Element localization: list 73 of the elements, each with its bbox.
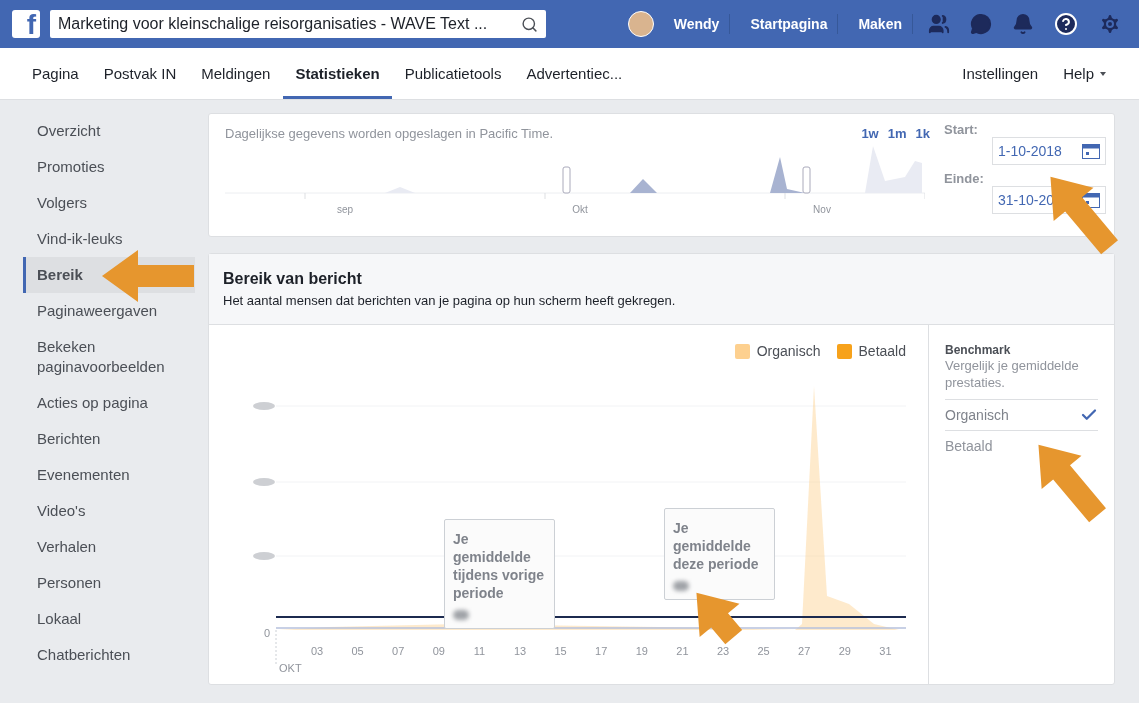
nav-link[interactable]: Startpagina	[740, 14, 839, 34]
sidebar-item[interactable]: Lokaal	[23, 601, 195, 637]
tab[interactable]: Postvak IN	[91, 48, 189, 99]
axis-label: 23	[716, 645, 730, 657]
axis-label: 09	[432, 645, 445, 657]
month-label: sep	[336, 204, 354, 215]
legend-item: Organisch	[734, 343, 821, 359]
range-link[interactable]: 1k	[915, 126, 930, 141]
axis-label: 13	[513, 645, 527, 657]
sidebar-item[interactable]: Promoties	[23, 149, 195, 185]
tab[interactable]: Pagina	[20, 48, 91, 99]
start-date-field[interactable]: 1-10-2018	[992, 137, 1106, 165]
axis-label: 19	[635, 645, 648, 657]
sidebar-item[interactable]: Chatberichten	[23, 637, 195, 673]
logo[interactable]: f	[12, 10, 40, 38]
blurred-axis-label	[253, 552, 275, 560]
axis-label: 0	[263, 627, 270, 639]
end-label: Einde:	[944, 171, 985, 186]
tab[interactable]: Statistieken	[283, 48, 392, 99]
average-callout: Je gemiddelde deze periode	[664, 508, 775, 600]
axis-label: 31	[879, 645, 892, 657]
bell-icon[interactable]	[1012, 13, 1034, 35]
axis-label: 21	[676, 645, 689, 657]
blurred-axis-label	[253, 402, 275, 410]
sidebar-item[interactable]: Volgers	[23, 185, 195, 221]
blurred-axis-label	[253, 478, 275, 486]
profile-link[interactable]: Wendy	[663, 14, 731, 34]
axis-label: 25	[757, 645, 770, 657]
start-label: Start:	[944, 122, 979, 137]
sidebar-item[interactable]: Paginaweergaven	[23, 293, 195, 329]
tab[interactable]: Meldingen	[189, 48, 283, 99]
sidebar-item[interactable]: Overzicht	[23, 113, 195, 149]
axis-label: OKT	[279, 662, 302, 674]
axis-label: 07	[392, 645, 405, 657]
tab[interactable]: Advertentiec...	[514, 48, 635, 99]
nav-link[interactable]: Maken	[848, 14, 913, 34]
messenger-icon[interactable]	[970, 13, 992, 35]
benchmark-description: Vergelijk je gemiddelde prestaties.	[945, 357, 1080, 391]
month-label: Okt	[572, 204, 588, 215]
axis-label: 15	[554, 645, 567, 657]
tab[interactable]: Help	[1051, 48, 1118, 99]
timezone-note: Dagelijkse gegevens worden opgeslagen in Pacific Time.	[225, 126, 554, 141]
axis-label: 03	[310, 645, 324, 657]
sidebar-item[interactable]: Video's	[23, 493, 195, 529]
sidebar-item[interactable]: Vind-ik-leuks	[23, 221, 195, 257]
axis-label: 17	[595, 645, 608, 657]
search-icon[interactable]	[521, 15, 538, 33]
legend-item: Betaald	[836, 343, 906, 359]
sidebar-item[interactable]: Verhalen	[23, 529, 195, 565]
friends-icon[interactable]	[928, 13, 950, 35]
sidebar-item[interactable]: Acties op pagina	[23, 385, 195, 421]
tab[interactable]: Instellingen	[950, 48, 1051, 99]
sidebar-item[interactable]: Evenementen	[23, 457, 195, 493]
section-title: Bereik van bericht	[223, 270, 363, 288]
search-field[interactable]: Marketing voor kleinschalige reisorganisaties - WAVE Text ...	[50, 10, 546, 38]
section-subtitle: Het aantal mensen dat berichten van je pagina op hun scherm heeft gekregen.	[223, 293, 677, 308]
benchmark-title: Benchmark	[945, 343, 1012, 357]
axis-label: 29	[838, 645, 851, 657]
avatar[interactable]	[627, 11, 654, 37]
average-callout: Je gemiddelde tijdens vorige periode	[444, 519, 555, 629]
axis-label: 27	[798, 645, 811, 657]
axis-label: 11	[473, 645, 486, 657]
axis-label: 05	[351, 645, 364, 657]
help-icon[interactable]	[1054, 12, 1078, 36]
range-link[interactable]: 1m	[887, 126, 907, 141]
sidebar-item[interactable]: Bekeken paginavoorbeelden	[23, 329, 195, 385]
range-link[interactable]: 1w	[861, 126, 879, 141]
month-label: Nov	[813, 204, 831, 215]
calendar-icon[interactable]	[1082, 143, 1100, 159]
sidebar-item[interactable]: Personen	[23, 565, 195, 601]
tab[interactable]: Publicatietools	[392, 48, 514, 99]
benchmark-option[interactable]: Organisch	[945, 407, 1009, 423]
sidebar-item[interactable]: Berichten	[23, 421, 195, 457]
